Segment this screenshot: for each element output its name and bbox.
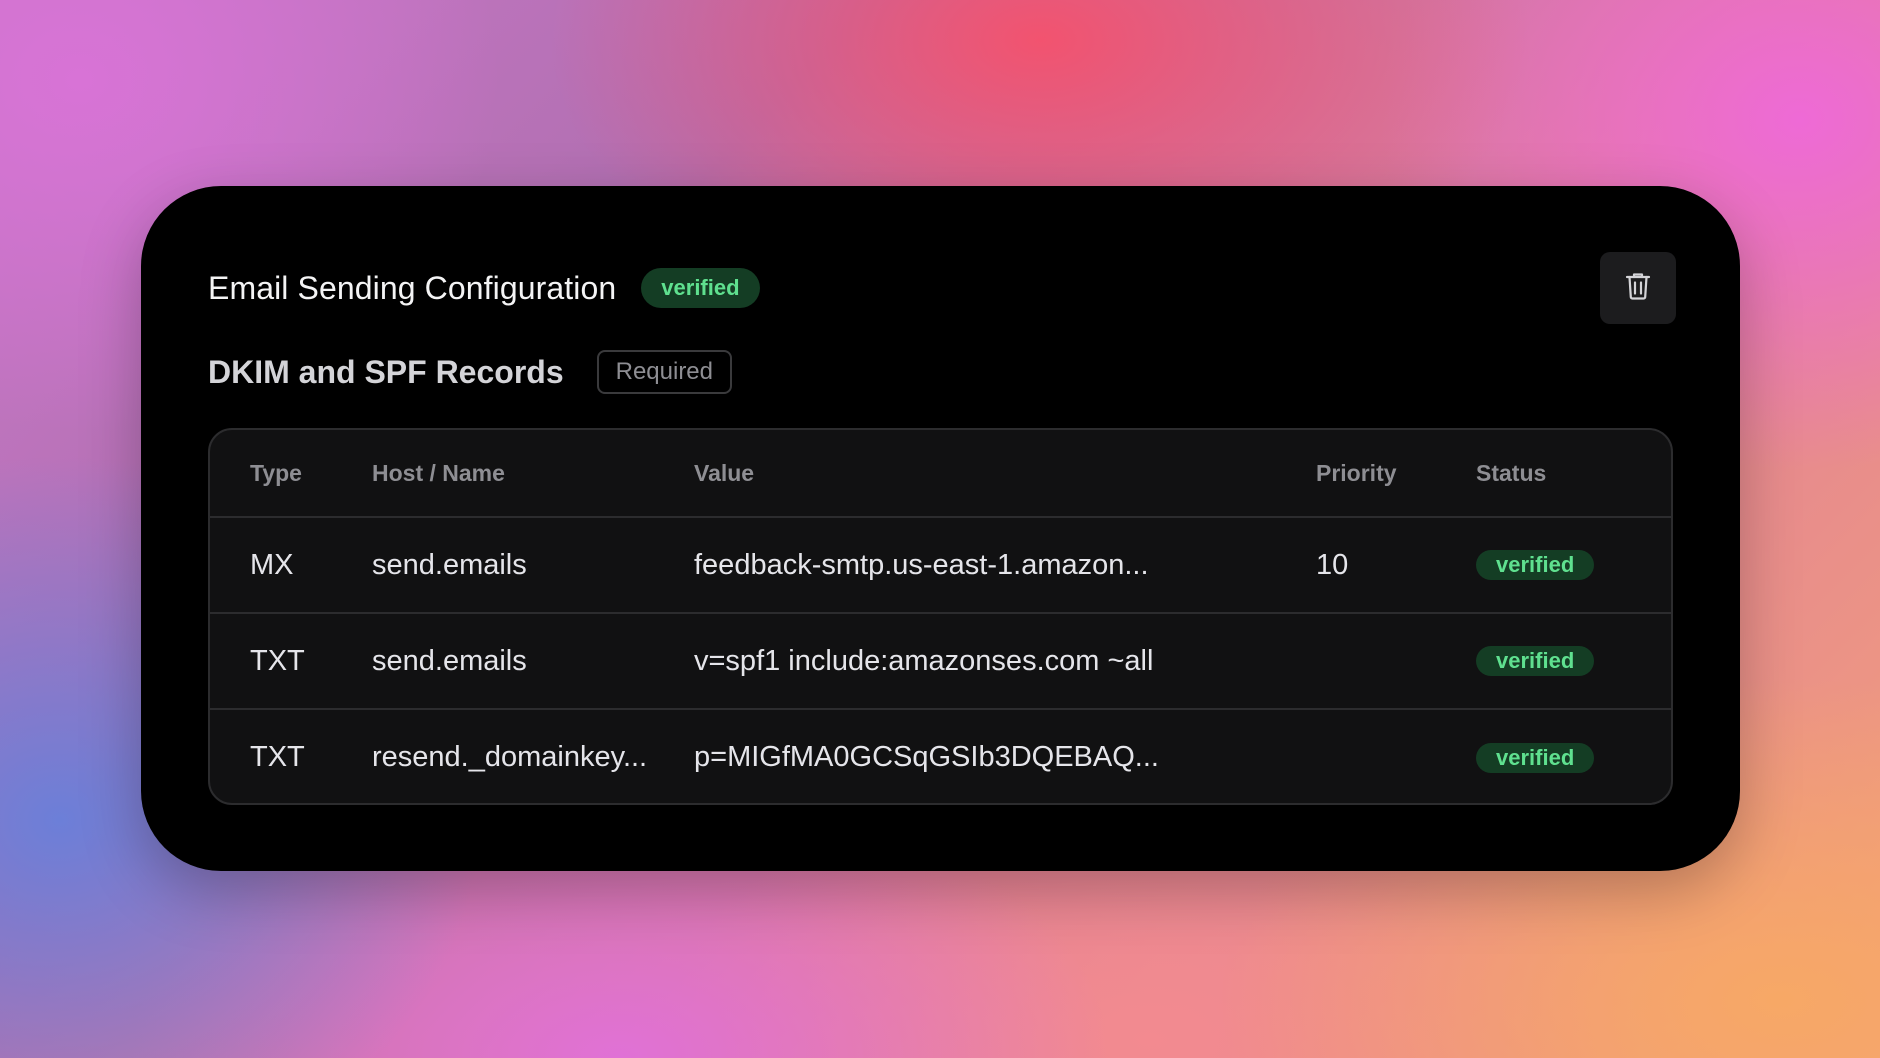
page-title: Email Sending Configuration <box>208 269 617 306</box>
record-type: TXT <box>250 741 305 773</box>
record-value[interactable]: v=spf1 include:amazonses.com ~all <box>694 614 1153 708</box>
record-host[interactable]: resend._domainkey... <box>372 710 647 803</box>
status-badge: verified <box>1476 550 1595 580</box>
column-header-type: Type <box>250 459 302 486</box>
column-header-host: Host / Name <box>372 459 505 486</box>
column-header-value: Value <box>694 459 755 486</box>
trash-icon <box>1625 272 1651 305</box>
status-badge: verified <box>1476 646 1595 676</box>
record-host[interactable]: send.emails <box>372 614 527 708</box>
required-tag: Required <box>596 350 733 394</box>
table-row: TXT send.emails v=spf1 include:amazonses… <box>210 614 1671 710</box>
section-title: DKIM and SPF Records <box>208 353 564 390</box>
table-header-row: Type Host / Name Value Priority Status <box>210 430 1671 518</box>
record-value[interactable]: p=MIGfMA0GCSqGSIb3DQEBAQ... <box>694 710 1159 803</box>
record-status-cell: verified <box>1476 518 1595 612</box>
column-header-status: Status <box>1476 459 1547 486</box>
record-priority: 10 <box>1316 548 1349 581</box>
delete-button[interactable] <box>1600 252 1676 324</box>
table-row: MX send.emails feedback-smtp.us-east-1.a… <box>210 518 1671 614</box>
record-status-cell: verified <box>1476 710 1595 803</box>
record-type: TXT <box>250 644 305 677</box>
card-header: Email Sending Configuration verified <box>208 268 760 308</box>
records-header: DKIM and SPF Records Required <box>208 350 733 394</box>
record-value[interactable]: feedback-smtp.us-east-1.amazon... <box>694 518 1149 612</box>
record-host[interactable]: send.emails <box>372 518 527 612</box>
table-row: TXT resend._domainkey... p=MIGfMA0GCSqGS… <box>210 710 1671 803</box>
email-config-card: Email Sending Configuration verified DKI… <box>141 186 1740 871</box>
record-type: MX <box>250 548 294 581</box>
dns-records-table: Type Host / Name Value Priority Status M… <box>208 428 1673 805</box>
status-badge: verified <box>1476 742 1595 773</box>
column-header-priority: Priority <box>1316 459 1397 486</box>
status-badge: verified <box>641 268 760 308</box>
record-status-cell: verified <box>1476 614 1595 708</box>
